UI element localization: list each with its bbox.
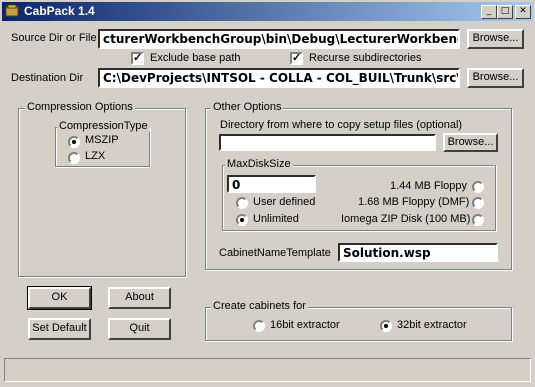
create-cabinets-title: Create cabinets for [211, 300, 308, 312]
recurse-subdirectories-label: Recurse subdirectories [309, 52, 422, 64]
user-defined-radio[interactable] [236, 197, 248, 209]
lzx-label: LZX [85, 150, 106, 162]
unlimited-radio[interactable] [236, 214, 248, 226]
exclude-base-path-checkbox[interactable]: ✓ [131, 52, 144, 65]
setup-dir-label: Directory from where to copy setup files… [220, 119, 463, 131]
destination-dir-input[interactable]: C:\DevProjects\INTSOL - COLLA - COL_BUIL… [98, 68, 460, 88]
32bit-extractor-label: 32bit extractor [397, 319, 467, 331]
mszip-label: MSZIP [85, 134, 119, 146]
exclude-base-path-label: Exclude base path [150, 52, 241, 64]
floppy-144-label: 1.44 MB Floppy [390, 180, 468, 192]
other-options-title: Other Options [211, 101, 284, 113]
iomega-zip-radio[interactable] [472, 214, 484, 226]
floppy-168-label: 1.68 MB Floppy (DMF) [358, 196, 470, 208]
floppy-144-radio[interactable] [472, 181, 484, 193]
floppy-168-radio[interactable] [472, 197, 484, 209]
cabpack-window: CabPack 1.4 _ □ ✕ Source Dir or File ctu… [0, 0, 535, 387]
title-bar[interactable]: CabPack 1.4 _ □ ✕ [2, 2, 533, 21]
lzx-radio[interactable] [68, 152, 80, 164]
setup-browse-button[interactable]: Browse... [443, 133, 498, 152]
max-disk-size-input[interactable]: 0 [227, 175, 316, 193]
window-title: CabPack 1.4 [24, 4, 95, 18]
maximize-button[interactable]: □ [497, 5, 513, 19]
mszip-radio[interactable] [68, 136, 80, 148]
unlimited-label: Unlimited [253, 213, 299, 225]
iomega-zip-label: Iomega ZIP Disk (100 MB) [341, 213, 471, 225]
cabinet-name-template-label: CabinetNameTemplate [219, 247, 331, 259]
16bit-extractor-label: 16bit extractor [270, 319, 340, 331]
16bit-extractor-radio[interactable] [253, 320, 265, 332]
set-default-button[interactable]: Set Default [28, 318, 91, 340]
user-defined-label: User defined [253, 196, 316, 208]
app-icon [5, 4, 19, 17]
32bit-extractor-radio[interactable] [380, 320, 392, 332]
compression-type-title: CompressionType [57, 120, 150, 132]
minimize-button[interactable]: _ [481, 5, 497, 19]
source-browse-button[interactable]: Browse... [467, 29, 524, 49]
close-button[interactable]: ✕ [515, 5, 531, 19]
ok-button[interactable]: OK [27, 286, 92, 310]
quit-button[interactable]: Quit [108, 318, 171, 340]
about-button[interactable]: About [108, 287, 171, 309]
max-disk-size-title: MaxDiskSize [225, 158, 293, 170]
source-dir-input[interactable]: cturerWorkbenchGroup\bin\Debug\LecturerW… [98, 29, 460, 49]
cabinet-name-template-input[interactable]: Solution.wsp [338, 243, 498, 262]
recurse-subdirectories-checkbox[interactable]: ✓ [290, 52, 303, 65]
status-bar [4, 358, 531, 382]
compression-options-title: Compression Options [25, 101, 135, 113]
destination-dir-label: Destination Dir [11, 72, 84, 84]
destination-browse-button[interactable]: Browse... [467, 68, 524, 88]
setup-dir-input[interactable] [219, 134, 436, 151]
source-dir-label: Source Dir or File [11, 32, 97, 44]
